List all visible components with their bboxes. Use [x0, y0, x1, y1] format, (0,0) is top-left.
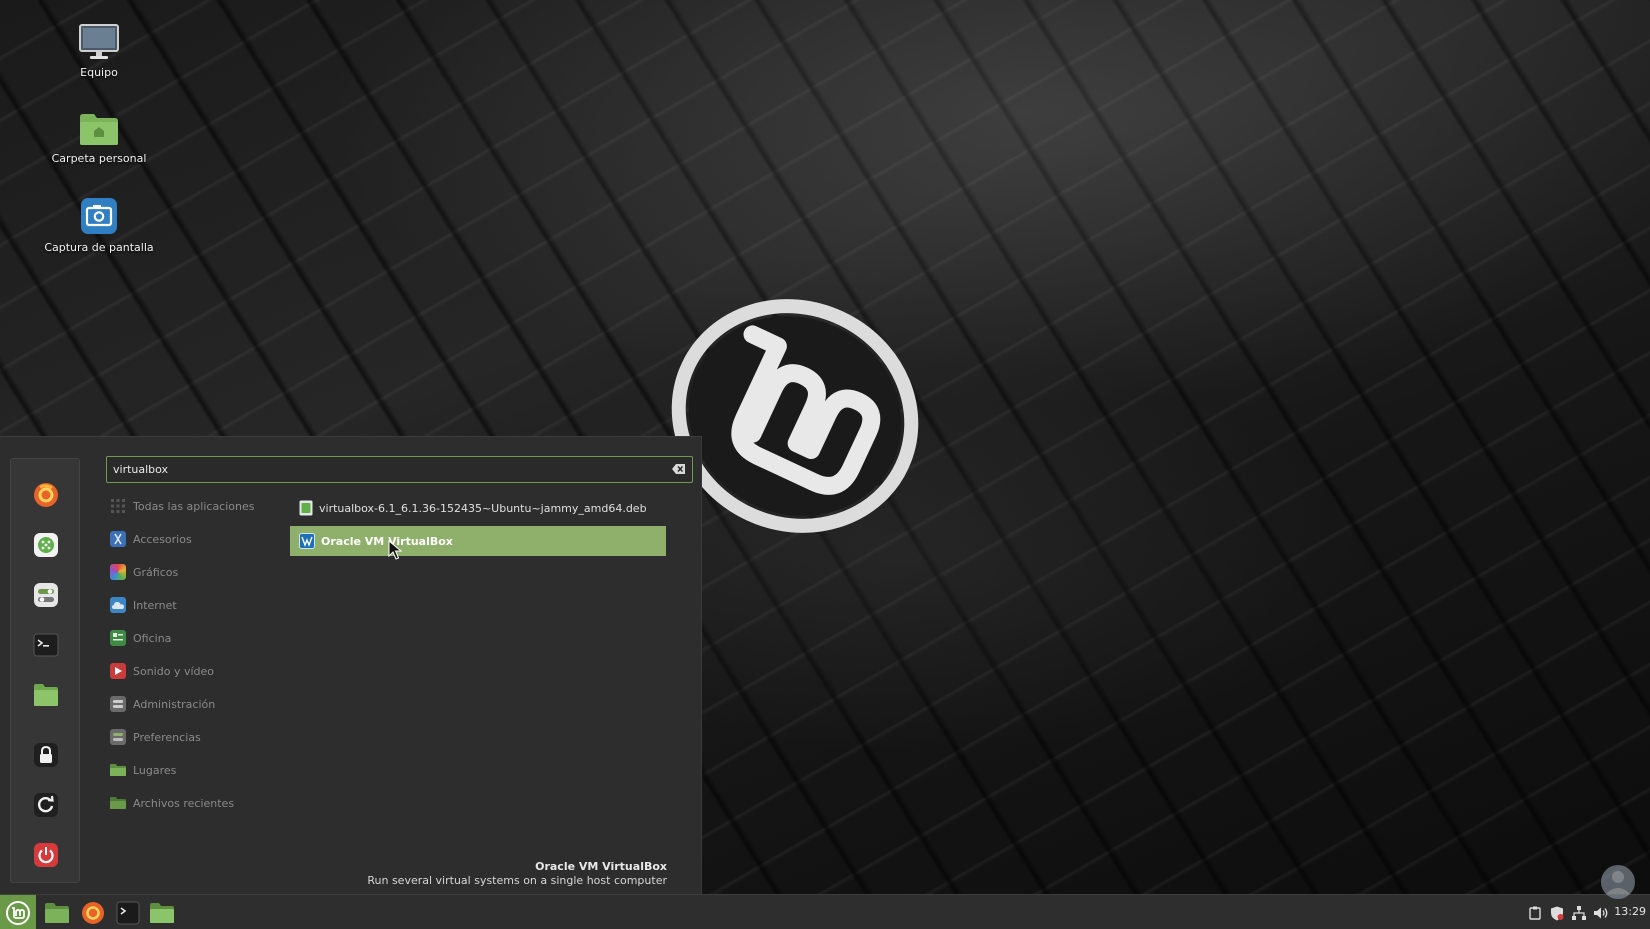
terminal-icon — [116, 901, 140, 924]
category-label: Archivos recientes — [133, 796, 235, 810]
logout-button[interactable] — [33, 792, 59, 818]
administration-icon — [110, 696, 126, 712]
category-archivos-recientes[interactable]: Archivos recientes — [110, 790, 280, 816]
terminal-icon — [33, 633, 59, 657]
recent-files-icon — [110, 795, 126, 811]
deb-package-icon — [299, 500, 313, 516]
category-label: Administración — [133, 697, 216, 711]
favorite-files[interactable] — [33, 682, 59, 708]
category-preferencias[interactable]: Preferencias — [110, 724, 280, 750]
taskbar: 13:29 — [0, 894, 1650, 929]
volume-tray[interactable] — [1593, 905, 1609, 921]
lock-icon — [34, 743, 58, 767]
taskbar-files-window[interactable] — [146, 897, 178, 928]
sound-video-icon — [110, 663, 126, 679]
power-off-button[interactable] — [33, 842, 59, 868]
lock-screen-button[interactable] — [33, 742, 59, 768]
volume-icon — [1594, 907, 1608, 919]
accessories-icon — [110, 531, 126, 547]
description-text: Run several virtual systems on a single … — [367, 874, 667, 887]
firefox-icon — [82, 901, 104, 924]
start-menu-button[interactable] — [0, 895, 36, 929]
home-folder-icon — [80, 114, 118, 145]
category-label: Accesorios — [133, 532, 192, 546]
software-manager-icon — [34, 533, 58, 557]
start-menu: Todas las aplicaciones Accesorios Gráfic… — [0, 436, 702, 894]
office-icon — [110, 630, 126, 646]
result-label: virtualbox-6.1_6.1.36-152435~Ubuntu~jamm… — [319, 501, 647, 515]
taskbar-firefox-launcher[interactable] — [77, 897, 109, 928]
favorite-settings[interactable] — [33, 582, 59, 608]
category-lugares[interactable]: Lugares — [110, 757, 280, 783]
taskbar-terminal-launcher[interactable] — [112, 897, 144, 928]
category-label: Todas las aplicaciones — [133, 499, 255, 513]
taskbar-files-launcher[interactable] — [41, 897, 73, 928]
result-virtualbox-deb[interactable]: virtualbox-6.1_6.1.36-152435~Ubuntu~jamm… — [290, 493, 666, 523]
category-label: Lugares — [133, 763, 177, 777]
virtualbox-icon — [299, 533, 315, 549]
all-applications-icon — [110, 498, 126, 514]
category-accesorios[interactable]: Accesorios — [110, 526, 280, 552]
category-label: Gráficos — [133, 565, 179, 579]
favorite-software-manager[interactable] — [33, 532, 59, 558]
logout-icon — [34, 793, 58, 817]
internet-icon — [110, 597, 126, 613]
desktop-icon-captura-de-pantalla[interactable]: Captura de pantalla — [39, 197, 159, 255]
desktop-icon-label: Captura de pantalla — [44, 241, 154, 254]
update-manager-tray[interactable] — [1549, 905, 1565, 921]
linux-mint-menu-icon — [6, 900, 30, 925]
watermark-logo — [1601, 865, 1635, 899]
folder-icon — [150, 902, 174, 923]
screenshot-icon — [81, 198, 117, 234]
shield-icon — [1551, 906, 1564, 920]
menu-search-input[interactable] — [113, 457, 653, 482]
mouse-cursor-icon — [388, 540, 402, 560]
category-sonido-y-video[interactable]: Sonido y vídeo — [110, 658, 280, 684]
desktop-icon-equipo[interactable]: Equipo — [39, 24, 159, 80]
computer-icon — [79, 24, 119, 59]
network-tray[interactable] — [1571, 905, 1587, 921]
firefox-icon — [34, 483, 58, 507]
category-administracion[interactable]: Administración — [110, 691, 280, 717]
files-icon — [34, 684, 58, 706]
graphics-icon — [110, 564, 126, 580]
description-title: Oracle VM VirtualBox — [535, 860, 667, 873]
category-label: Preferencias — [133, 730, 201, 744]
category-label: Oficina — [133, 631, 172, 645]
desktop-icon-label: Carpeta personal — [51, 152, 147, 165]
category-label: Sonido y vídeo — [133, 664, 215, 678]
category-oficina[interactable]: Oficina — [110, 625, 280, 651]
category-label: Internet — [133, 598, 177, 612]
clock[interactable]: 13:29 — [1614, 905, 1646, 918]
power-icon — [34, 843, 58, 867]
category-todas-las-aplicaciones[interactable]: Todas las aplicaciones — [110, 493, 280, 519]
places-icon — [110, 762, 126, 778]
desktop-icon-label: Equipo — [80, 66, 118, 79]
clear-search-icon[interactable] — [672, 463, 686, 475]
favorite-terminal[interactable] — [33, 632, 59, 658]
menu-search-box — [106, 456, 693, 483]
files-icon — [45, 902, 69, 923]
clipboard-tray[interactable] — [1527, 905, 1543, 921]
favorites-sidebar — [10, 458, 80, 883]
settings-icon — [34, 583, 58, 607]
result-label: Oracle VM VirtualBox — [321, 534, 453, 548]
desktop-icon-carpeta-personal[interactable]: Carpeta personal — [39, 112, 159, 166]
network-icon — [1572, 906, 1586, 920]
preferences-icon — [110, 729, 126, 745]
category-internet[interactable]: Internet — [110, 592, 280, 618]
result-oracle-vm-virtualbox[interactable]: Oracle VM VirtualBox — [290, 526, 666, 556]
app-description: Oracle VM VirtualBox Run several virtual… — [367, 860, 667, 888]
category-graficos[interactable]: Gráficos — [110, 559, 280, 585]
clipboard-icon — [1529, 906, 1541, 920]
favorite-firefox[interactable] — [33, 482, 59, 508]
